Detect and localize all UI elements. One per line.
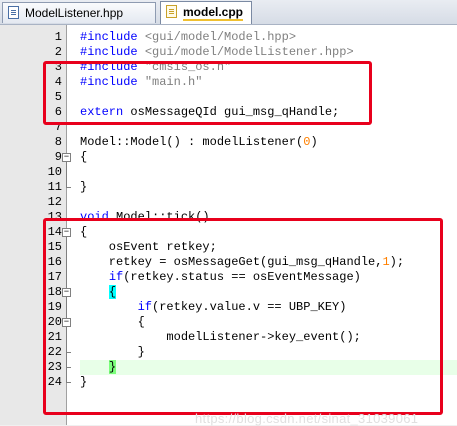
line-number: 2 (54, 45, 62, 59)
tab-label: ModelListener.hpp (25, 6, 124, 20)
line-number: 9 (54, 150, 62, 164)
code-line[interactable]: Model::Model() : modelListener(0) (80, 135, 318, 150)
fold-end-marker (66, 187, 71, 188)
code-token: ) (310, 135, 318, 149)
code-editor[interactable]: 1 #include <gui/model/Model.hpp> 2 #include… (0, 25, 457, 426)
tab-label: model.cpp (183, 5, 244, 21)
line-number: 1 (54, 30, 62, 44)
code-token: } (80, 180, 88, 194)
watermark: https://blog.csdn.net/sinat_31039061 (195, 411, 419, 426)
code-line[interactable]: { (80, 150, 87, 165)
file-icon (8, 6, 19, 19)
code-line[interactable]: #include <gui/model/Model.hpp> (80, 30, 296, 45)
code-token: <gui/model/ModelListener.hpp> (144, 45, 354, 59)
code-token: #include (80, 30, 145, 44)
tab-model-cpp[interactable]: model.cpp (160, 1, 252, 24)
code-token: #include (80, 45, 145, 59)
code-token: { (80, 150, 88, 164)
line-number: 12 (47, 195, 62, 209)
tab-modellistener-hpp[interactable]: ModelListener.hpp (2, 2, 156, 23)
fold-toggle-icon[interactable]: − (62, 153, 71, 162)
code-line[interactable]: #include <gui/model/ModelListener.hpp> (80, 45, 354, 60)
file-icon (166, 5, 177, 18)
tab-bar: ModelListener.hpp model.cpp (0, 0, 457, 25)
line-number: 11 (47, 180, 62, 194)
code-token: <gui/model/Model.hpp> (144, 30, 297, 44)
highlight-box-tick-function (43, 218, 443, 415)
highlight-box-includes (43, 61, 372, 125)
line-number: 10 (47, 165, 62, 179)
line-number: 8 (54, 135, 62, 149)
code-line[interactable]: } (80, 180, 87, 195)
fold-guide (66, 162, 67, 187)
code-token: Model::Model() : modelListener( (80, 135, 304, 149)
